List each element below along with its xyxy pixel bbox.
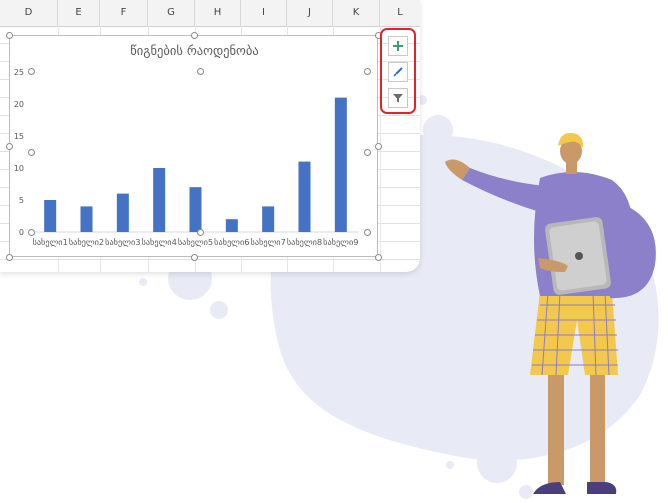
column-header-l[interactable]: L [380,0,420,26]
column-header-h[interactable]: H [195,0,241,26]
bar[interactable] [298,161,311,232]
column-header-i[interactable]: I [241,0,287,26]
chart-filters-button[interactable] [388,88,408,108]
resize-handle[interactable] [5,31,13,39]
y-tick-label: 15 [14,132,24,141]
x-tick-label: სახელი3 [105,237,140,247]
chart-elements-button[interactable] [388,36,408,56]
column-header-k[interactable]: K [333,0,380,26]
decor-circle [478,148,486,156]
paintbrush-icon [393,67,403,77]
column-header-j[interactable]: J [287,0,333,26]
y-tick-label: 0 [19,228,24,237]
resize-handle[interactable] [196,67,204,75]
bar[interactable] [153,168,166,232]
plus-icon [393,41,403,51]
resize-handle[interactable] [27,148,35,156]
column-header-f[interactable]: F [100,0,148,26]
bar[interactable] [225,219,238,232]
column-header-row: D E F G H I J K L [0,0,420,27]
resize-handle[interactable] [190,253,198,261]
chart-object[interactable]: წიგნების რაოდენობა 0 5 10 15 20 25 სახელი1 სახე… [9,35,378,257]
resize-handle[interactable] [27,228,35,236]
decor-circle [210,301,228,319]
bar[interactable] [80,206,93,232]
spreadsheet-panel[interactable]: D E F G H I J K L წიგნების რაოდენობა 051… [0,0,420,272]
decor-circle [139,278,147,286]
decor-circle [519,485,533,499]
column-header-g[interactable]: G [148,0,195,26]
resize-handle[interactable] [363,228,371,236]
x-tick-label: სახელი4 [142,237,177,247]
column-header-e[interactable]: E [58,0,100,26]
decor-circle [423,115,453,145]
x-tick-label: სახელი6 [214,237,249,247]
bar[interactable] [262,206,275,232]
bar[interactable] [116,193,129,232]
x-tick-label: სახელი8 [287,237,322,247]
resize-handle[interactable] [5,142,13,150]
resize-handle[interactable] [27,67,35,75]
chart-styles-button[interactable] [388,62,408,82]
y-tick-label: 5 [19,196,24,205]
bar[interactable] [334,97,347,232]
x-tick-label: სახელი5 [178,237,213,247]
resize-handle[interactable] [5,253,13,261]
chart-plot-area[interactable]: 0510152025სახელი1 სახელი2 სახელი3 სახელი4 სა… [10,36,379,258]
column-header-d[interactable]: D [0,0,58,26]
y-tick-label: 20 [14,100,24,109]
chart-tools-highlight [380,28,416,114]
bar[interactable] [189,187,202,232]
funnel-icon [393,94,403,103]
grid-row-line [0,259,420,260]
x-tick-label: სახელი2 [69,237,104,247]
x-tick-label: სახელი1 [33,237,68,247]
resize-handle[interactable] [363,148,371,156]
resize-handle[interactable] [196,228,204,236]
resize-handle[interactable] [190,31,198,39]
x-tick-label: სახელი9 [323,237,358,247]
decor-circle [446,461,454,469]
bar[interactable] [44,200,57,232]
y-tick-label: 25 [14,68,24,77]
y-tick-label: 10 [14,164,24,173]
resize-handle[interactable] [374,253,382,261]
resize-handle[interactable] [374,142,382,150]
resize-handle[interactable] [363,67,371,75]
x-tick-label: სახელი7 [251,237,286,247]
decor-circle [477,443,517,483]
